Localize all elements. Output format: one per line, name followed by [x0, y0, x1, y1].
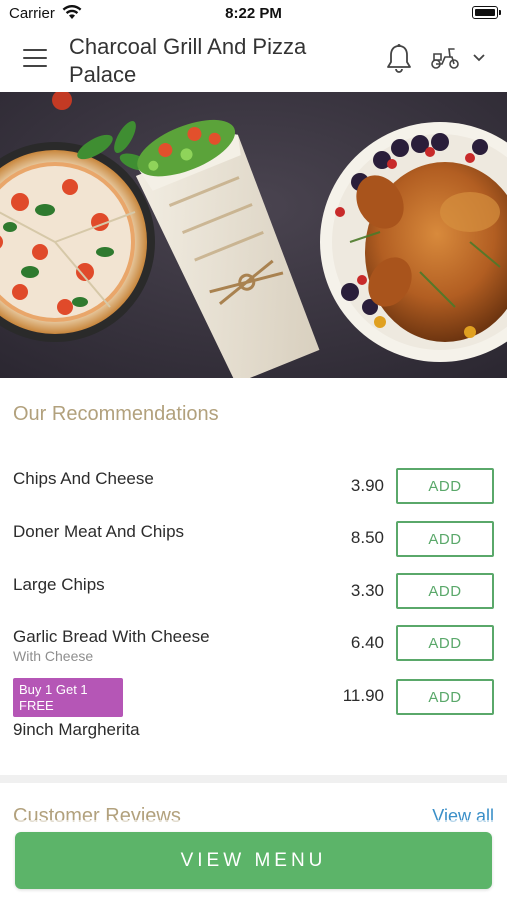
add-button[interactable]: ADD	[396, 679, 494, 715]
add-button[interactable]: ADD	[396, 573, 494, 609]
item-name: 9inch Margherita	[13, 720, 140, 739]
item-price: 3.90	[350, 476, 384, 495]
item-price: 3.30	[350, 581, 384, 600]
battery-icon	[472, 6, 501, 19]
item-name: Large Chips	[13, 575, 105, 594]
list-item: Chips And Cheese 3.90 ADD	[0, 462, 507, 512]
item-subtitle: With Cheese	[13, 648, 94, 664]
recommendations-title: Our Recommendations	[13, 403, 219, 425]
item-price: 6.40	[350, 633, 384, 652]
bell-icon[interactable]	[385, 43, 413, 75]
clock: 8:22 PM	[225, 5, 282, 22]
menu-icon[interactable]	[23, 49, 47, 69]
item-name: Doner Meat And Chips	[13, 522, 185, 541]
chevron-down-icon[interactable]	[472, 53, 486, 63]
item-price: 8.50	[350, 528, 384, 547]
view-menu-button[interactable]: VIEW MENU	[15, 832, 492, 889]
add-button[interactable]: ADD	[396, 468, 494, 504]
app-header: Charcoal Grill And Pizza Palace	[0, 26, 507, 92]
add-button[interactable]: ADD	[396, 521, 494, 557]
section-divider	[0, 775, 507, 783]
list-item: Large Chips 3.30 ADD	[0, 567, 507, 617]
status-bar: Carrier 8:22 PM	[0, 0, 507, 26]
hero-food-image	[0, 92, 507, 378]
item-name: Garlic Bread With Cheese	[13, 627, 210, 646]
restaurant-title: Charcoal Grill And Pizza Palace	[69, 34, 307, 87]
item-price: 11.90	[342, 686, 384, 705]
item-name: Chips And Cheese	[13, 469, 154, 488]
add-button[interactable]: ADD	[396, 625, 494, 661]
list-item: 9inch Margherita 11.90 ADD	[0, 672, 507, 739]
list-item: Garlic Bread With Cheese With Cheese 6.4…	[0, 619, 507, 669]
list-item: Doner Meat And Chips 8.50 ADD	[0, 514, 507, 564]
scooter-icon[interactable]	[430, 46, 460, 70]
